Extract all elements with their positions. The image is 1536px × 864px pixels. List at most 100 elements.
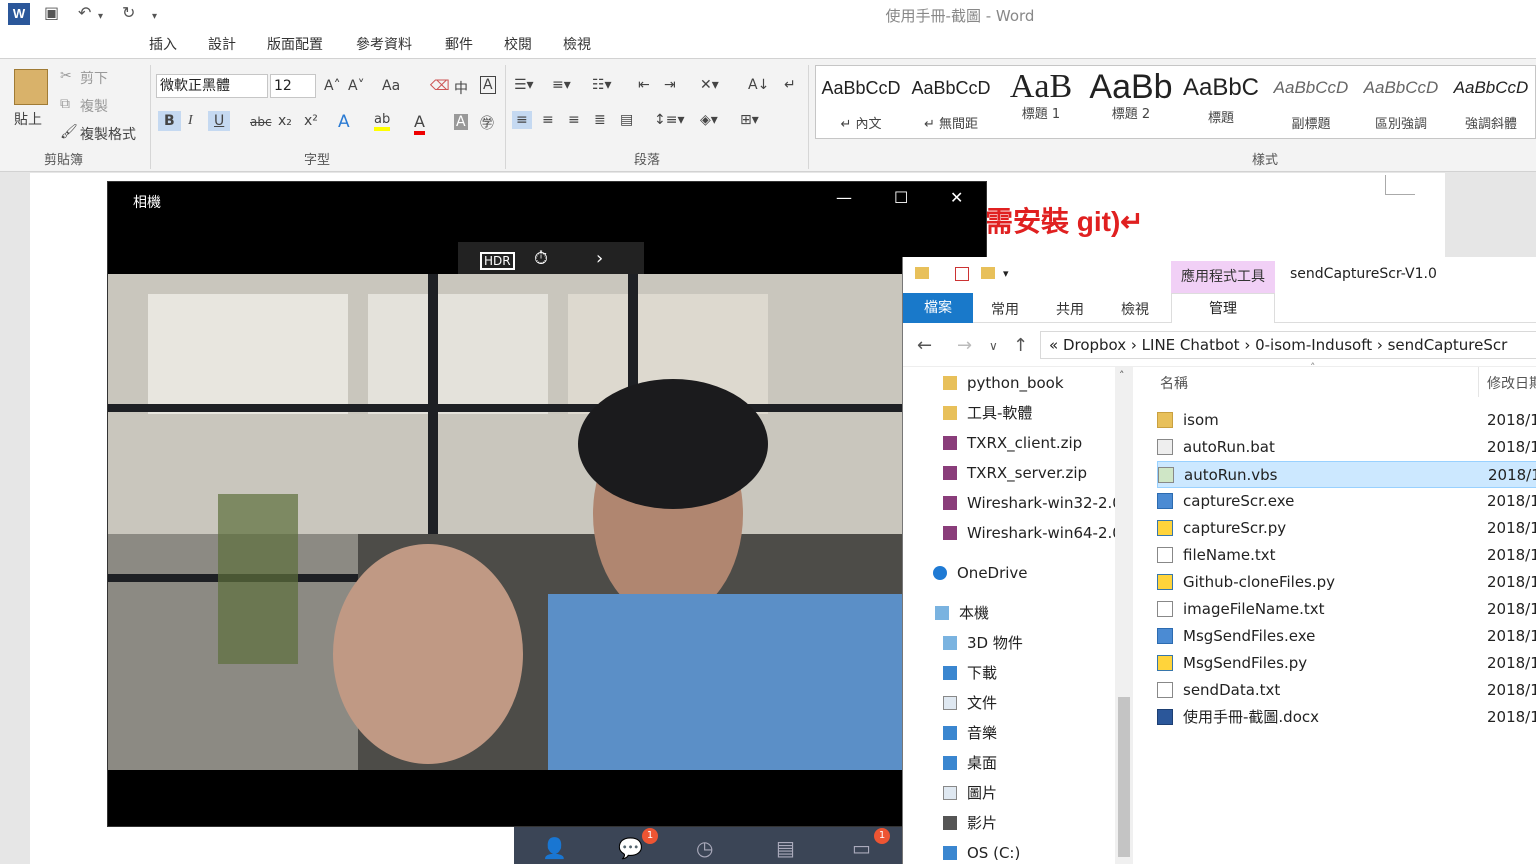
file-row[interactable]: isom 2018/1 [1157, 407, 1536, 434]
bullets-icon[interactable]: ☰▾ [514, 77, 534, 93]
tab-design[interactable]: 設計 [208, 34, 236, 54]
style-title[interactable]: AaBbC 標題 [1176, 66, 1266, 138]
column-header-name[interactable]: 名稱 [1160, 373, 1188, 393]
qat-dropdown-icon[interactable]: ▾ [1003, 267, 1009, 280]
nav-item[interactable]: 桌面 [943, 749, 997, 777]
nav-item[interactable]: 3D 物件 [943, 629, 1023, 657]
close-icon[interactable]: ✕ [950, 188, 963, 207]
scroll-up-icon[interactable]: ˄ [1119, 369, 1125, 382]
paste-button[interactable]: 貼上 [14, 109, 42, 129]
align-center-icon[interactable]: ≡ [542, 112, 554, 128]
copy-button[interactable]: 複製 [80, 96, 108, 116]
enclose-char-icon[interactable]: ㊫ [480, 113, 494, 133]
shading-icon[interactable]: ◈▾ [700, 112, 718, 128]
shrink-font-icon[interactable]: A˅ [348, 78, 365, 94]
format-painter-button[interactable]: 複製格式 [80, 124, 136, 144]
nav-scrollbar[interactable]: ˄ [1115, 367, 1133, 864]
tab-mailings[interactable]: 郵件 [445, 34, 473, 54]
chevron-right-icon[interactable]: › [596, 248, 603, 269]
font-size-combo[interactable]: 12 [270, 74, 316, 98]
style-heading-2[interactable]: AaBb 標題 2 [1086, 66, 1176, 138]
change-case-button[interactable]: Aa [382, 78, 400, 94]
tab-review[interactable]: 校閱 [504, 34, 532, 54]
highlight-icon[interactable]: ab [374, 112, 391, 131]
char-border-icon[interactable]: A [480, 76, 496, 94]
style-emphasis[interactable]: AaBbCcD 強調斜體 [1446, 66, 1536, 138]
file-row[interactable]: MsgSendFiles.py 2018/1 [1157, 650, 1536, 677]
paste-icon[interactable] [14, 69, 48, 105]
nav-item[interactable]: 影片 [943, 809, 997, 837]
maximize-icon[interactable]: ☐ [894, 188, 908, 207]
nav-item[interactable]: python_book [943, 369, 1064, 397]
tab-references[interactable]: 參考資料 [356, 34, 412, 54]
recent-dropdown-icon[interactable]: ∨ [989, 339, 998, 353]
properties-icon[interactable] [955, 267, 969, 281]
italic-icon[interactable]: I [188, 113, 193, 129]
scroll-thumb[interactable] [1118, 697, 1130, 857]
nav-item[interactable]: 音樂 [943, 719, 997, 747]
file-row[interactable]: 使用手冊-截圖.docx 2018/1 [1157, 704, 1536, 731]
numbering-icon[interactable]: ≡▾ [552, 77, 571, 93]
chats-icon[interactable]: 💬 [618, 836, 643, 860]
nav-item[interactable]: TXRX_client.zip [943, 429, 1082, 457]
asian-layout-icon[interactable]: ✕▾ [700, 77, 719, 93]
timeline-icon[interactable]: ◷ [696, 836, 713, 860]
friends-icon[interactable]: 👤 [542, 836, 567, 860]
explorer-tab-home[interactable]: 常用 [991, 299, 1019, 319]
tab-layout[interactable]: 版面配置 [267, 34, 323, 54]
file-row[interactable]: captureScr.exe 2018/1 [1157, 488, 1536, 515]
nav-item[interactable]: Wireshark-win64-2.0 [943, 519, 1122, 547]
nav-item[interactable]: 圖片 [943, 779, 997, 807]
style-heading-1[interactable]: AaB 標題 1 [996, 66, 1086, 138]
forward-icon[interactable]: → [957, 335, 972, 356]
tab-insert[interactable]: 插入 [149, 34, 177, 54]
char-shading-icon[interactable]: A [454, 114, 468, 130]
file-row-selected[interactable]: autoRun.vbs 2018/1 [1157, 461, 1536, 488]
style-subtitle[interactable]: AaBbCcD 副標題 [1266, 66, 1356, 138]
timer-icon[interactable]: ⏱ [534, 248, 548, 269]
underline-icon[interactable]: U [208, 111, 231, 131]
cut-button[interactable]: 剪下 [80, 68, 108, 88]
nav-item[interactable]: 下載 [943, 659, 997, 687]
hdr-icon[interactable]: HDR [480, 252, 515, 270]
file-row[interactable]: autoRun.bat 2018/1 [1157, 434, 1536, 461]
sort-icon[interactable]: A↓ [748, 77, 769, 93]
file-row[interactable]: captureScr.py 2018/1 [1157, 515, 1536, 542]
subscript-icon[interactable]: x₂ [278, 113, 292, 129]
phonetic-guide-icon[interactable]: 中 [454, 78, 468, 98]
text-effects-icon[interactable]: A [338, 112, 350, 132]
font-name-combo[interactable]: 微軟正黑體 [156, 74, 268, 98]
nav-item[interactable]: 文件 [943, 689, 997, 717]
file-row[interactable]: sendData.txt 2018/1 [1157, 677, 1536, 704]
align-left-icon[interactable]: ≡ [512, 111, 532, 129]
file-row[interactable]: imageFileName.txt 2018/1 [1157, 596, 1536, 623]
superscript-icon[interactable]: x² [304, 113, 318, 129]
align-right-icon[interactable]: ≡ [568, 112, 580, 128]
distributed-icon[interactable]: ▤ [620, 112, 633, 128]
nav-item-this-pc[interactable]: 本機 [935, 599, 989, 627]
justify-icon[interactable]: ≣ [594, 112, 606, 128]
line-spacing-icon[interactable]: ↕≡▾ [654, 112, 685, 128]
explorer-tab-file[interactable]: 檔案 [903, 293, 973, 323]
back-icon[interactable]: ← [917, 335, 932, 356]
borders-icon[interactable]: ⊞▾ [740, 112, 759, 128]
clear-format-icon[interactable]: ⌫ [430, 78, 450, 94]
breadcrumb[interactable]: « Dropbox › LINE Chatbot › 0-isom-Induso… [1040, 331, 1536, 359]
explorer-tab-view[interactable]: 檢視 [1121, 299, 1149, 319]
multilevel-list-icon[interactable]: ☷▾ [592, 77, 612, 93]
nav-item[interactable]: TXRX_server.zip [943, 459, 1087, 487]
nav-item[interactable]: OS (C:) [943, 839, 1020, 864]
nav-item[interactable]: Wireshark-win32-2.0 [943, 489, 1122, 517]
nav-item[interactable]: 工具-軟體 [943, 399, 1032, 427]
explorer-tab-manage[interactable]: 管理 [1171, 293, 1275, 323]
strikethrough-icon[interactable]: abc [250, 115, 272, 129]
file-row[interactable]: Github-cloneFiles.py 2018/1 [1157, 569, 1536, 596]
more-icon[interactable]: ▭ [852, 836, 871, 860]
nav-item-onedrive[interactable]: OneDrive [933, 559, 1028, 587]
file-row[interactable]: MsgSendFiles.exe 2018/1 [1157, 623, 1536, 650]
file-row[interactable]: fileName.txt 2018/1 [1157, 542, 1536, 569]
bold-icon[interactable]: B [158, 111, 181, 131]
minimize-icon[interactable]: — [836, 188, 852, 207]
explorer-tab-share[interactable]: 共用 [1056, 299, 1084, 319]
column-header-date[interactable]: 修改日期 [1487, 373, 1536, 393]
